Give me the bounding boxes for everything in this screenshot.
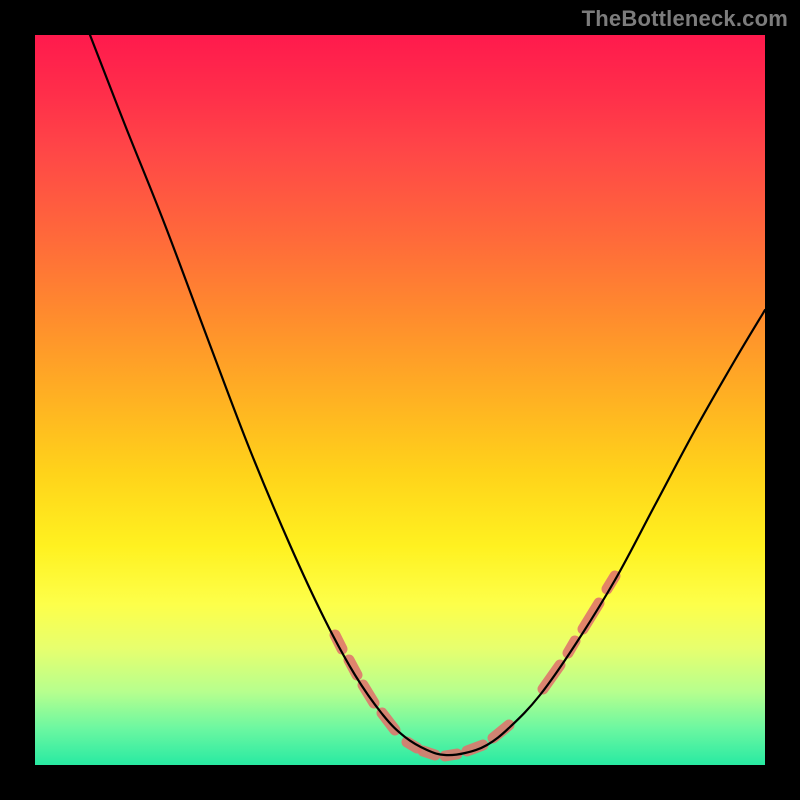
plot-area: [35, 35, 765, 765]
curve-line: [90, 35, 765, 755]
highlight-dash: [543, 665, 560, 689]
watermark-text: TheBottleneck.com: [582, 6, 788, 32]
highlight-dash: [583, 603, 599, 629]
chart-svg: [35, 35, 765, 765]
outer-frame: TheBottleneck.com: [0, 0, 800, 800]
highlight-dash-group: [335, 576, 615, 756]
